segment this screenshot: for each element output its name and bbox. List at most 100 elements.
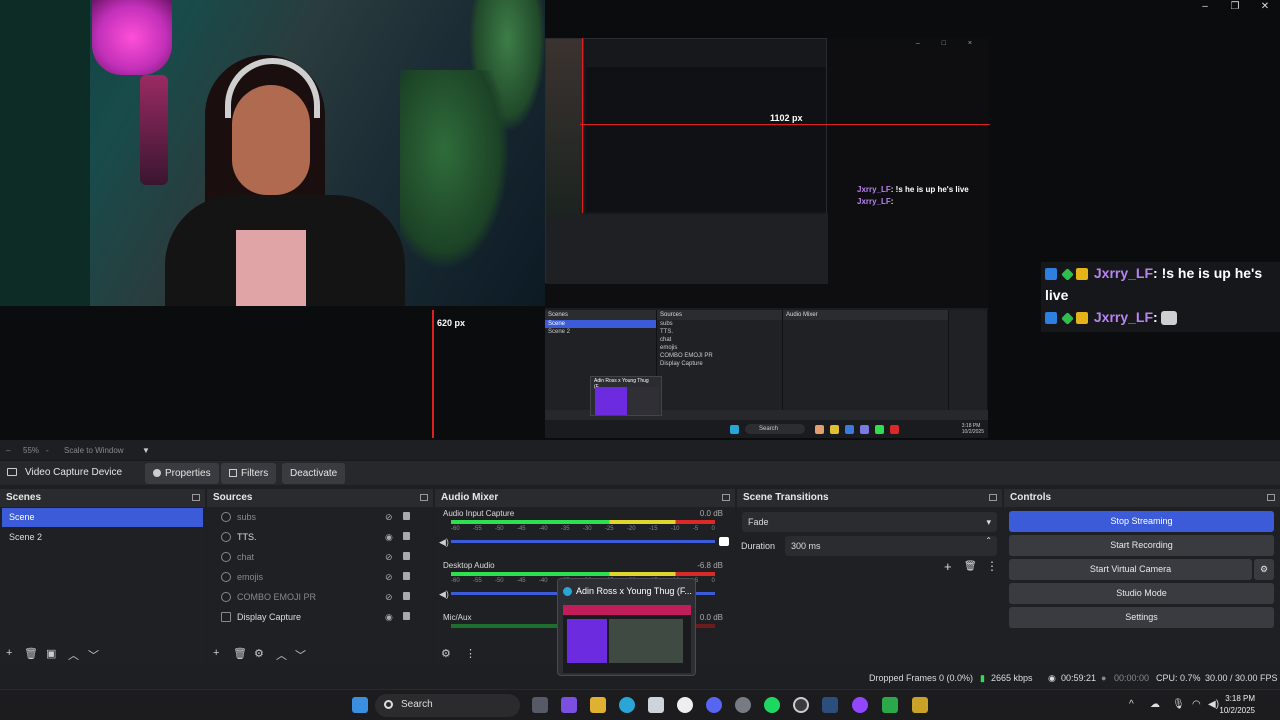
lock-icon — [403, 552, 410, 560]
popout-icon[interactable] — [420, 494, 428, 501]
gem-badge-icon — [1061, 311, 1074, 325]
store-icon[interactable] — [648, 697, 664, 713]
source-item[interactable]: emojis ⊘ — [207, 567, 433, 587]
popout-icon[interactable] — [989, 494, 997, 501]
popout-icon[interactable] — [1267, 494, 1275, 501]
obs-preview[interactable]: – □ × 1102 px Jxrry_LF: !s he is up he's… — [0, 0, 1280, 440]
twitch-icon[interactable] — [852, 697, 868, 713]
scenes-dock: Scenes Scene Scene 2 + 🗑 ▣ ︿ ﹀ — [0, 489, 205, 665]
speaker-icon[interactable]: ◀) — [439, 537, 449, 548]
eye-hidden-icon: ⊘ — [385, 512, 393, 522]
signal-icon: ▮ — [980, 673, 985, 683]
source-toolbar: Video Capture Device Properties Filters … — [0, 460, 1280, 485]
record-icon: ● — [1101, 673, 1107, 683]
steam-icon[interactable] — [822, 697, 838, 713]
trash-icon[interactable]: 🗑 — [24, 647, 38, 660]
volume-slider[interactable] — [451, 540, 715, 543]
settings-icon[interactable] — [735, 697, 751, 713]
nested-display-capture: – □ × 1102 px Jxrry_LF: !s he is up he's… — [545, 38, 990, 438]
source-item[interactable]: subs ⊘ — [207, 507, 433, 527]
scene-item[interactable]: Scene 2 — [2, 528, 203, 547]
trash-icon[interactable]: 🗑 — [233, 647, 247, 660]
controls-dock: Controls Stop Streaming Start Recording … — [1004, 489, 1280, 665]
filters-button[interactable]: Filters — [221, 463, 277, 484]
filter-icon — [229, 469, 237, 477]
properties-button[interactable]: Properties — [145, 463, 219, 484]
windows-start-icon[interactable] — [352, 697, 368, 713]
gear-icon[interactable]: ⚙ — [1254, 559, 1274, 580]
wifi-icon[interactable]: ◠ — [1192, 699, 1201, 710]
source-item[interactable]: chat ⊘ — [207, 547, 433, 567]
minimize-icon[interactable]: – — [1190, 0, 1220, 14]
edge-icon[interactable] — [619, 697, 635, 713]
width-measurement-label: 1102 px — [770, 113, 803, 123]
studio-mode-button[interactable]: Studio Mode — [1009, 583, 1274, 604]
chevron-up-icon[interactable]: ︿ — [276, 647, 287, 663]
stop-streaming-button[interactable]: Stop Streaming — [1009, 511, 1274, 532]
start-virtual-camera-button[interactable]: Start Virtual Camera — [1009, 559, 1252, 580]
add-icon[interactable]: + — [944, 559, 952, 574]
add-icon[interactable]: + — [213, 647, 219, 659]
gear-icon[interactable]: ⚙ — [254, 647, 264, 660]
task-view-icon[interactable] — [532, 697, 548, 713]
popout-icon[interactable] — [192, 494, 200, 501]
volume-meter — [451, 520, 715, 524]
lock-icon — [403, 512, 410, 520]
more-icon[interactable]: ⋮ — [986, 559, 998, 573]
spotify-icon[interactable] — [764, 697, 780, 713]
obs-icon[interactable] — [793, 697, 809, 713]
sources-dock: Sources subs ⊘ TTS. ◉ chat ⊘ emojis ⊘ COMBO … — [207, 489, 433, 665]
app-icon[interactable] — [677, 697, 693, 713]
source-item[interactable]: Display Capture ◉ — [207, 607, 433, 627]
browser-icon — [221, 552, 231, 562]
filter-icon[interactable]: ▣ — [46, 647, 56, 660]
height-measurement-label: 620 px — [437, 318, 466, 328]
transition-select[interactable]: Fade ▾ — [742, 512, 997, 532]
taskbar-search[interactable]: Search — [375, 694, 520, 717]
chevron-down-icon: ▾ — [986, 517, 991, 527]
scale-label[interactable]: Scale to Window — [64, 446, 124, 455]
scene-item[interactable]: Scene — [2, 508, 203, 527]
chevron-down-icon[interactable]: ﹀ — [88, 647, 99, 663]
chevron-down-icon[interactable]: ﹀ — [295, 647, 306, 663]
duration-input[interactable]: 300 ms ⌃ — [785, 536, 997, 556]
zoom-value: 55% — [23, 446, 40, 455]
file-explorer-icon[interactable] — [590, 697, 606, 713]
browser-icon — [221, 592, 231, 602]
copilot-icon[interactable] — [561, 697, 577, 713]
search-icon — [384, 700, 393, 709]
speaker-icon[interactable]: ◀) — [439, 589, 449, 600]
chevron-up-icon[interactable]: ^ — [1129, 699, 1134, 710]
mic-icon[interactable]: 🎙 — [1172, 699, 1185, 710]
xbox-icon[interactable] — [882, 697, 898, 713]
cloud-icon[interactable]: ☁ — [1150, 699, 1160, 710]
chevron-up-icon[interactable]: ︿ — [68, 647, 79, 663]
windows-taskbar: Search ^ ☁ 🎙 ◠ ◀) 3:18 PM 10/2/2025 — [0, 689, 1280, 720]
trash-icon[interactable]: 🗑 — [964, 561, 977, 572]
gem-badge-icon — [1061, 267, 1074, 281]
verified-badge-icon — [1045, 268, 1057, 281]
volume-icon[interactable]: ◀) — [1208, 699, 1219, 710]
taskbar-thumbnail-popup[interactable]: Adin Ross x Young Thug (F... — [557, 578, 696, 676]
chevron-down-icon[interactable]: ▼ — [142, 446, 150, 455]
gear-icon[interactable]: ⚙ — [441, 647, 451, 660]
monitor-icon — [221, 612, 231, 622]
start-recording-button[interactable]: Start Recording — [1009, 535, 1274, 556]
discord-icon[interactable] — [706, 697, 722, 713]
maximize-icon[interactable]: ❐ — [1220, 0, 1250, 14]
crown-badge-icon — [1076, 312, 1088, 325]
source-item[interactable]: COMBO EMOJI PR ⊘ — [207, 587, 433, 607]
settings-button[interactable]: Settings — [1009, 607, 1274, 628]
volume-slider-handle[interactable] — [719, 537, 729, 546]
deactivate-button[interactable]: Deactivate — [282, 463, 346, 484]
add-icon[interactable]: + — [6, 647, 12, 659]
gear-icon — [153, 469, 161, 477]
more-icon[interactable]: ⋮ — [465, 647, 476, 660]
verified-badge-icon — [1045, 312, 1057, 325]
app-icon[interactable] — [912, 697, 928, 713]
taskbar-clock[interactable]: 3:18 PM 10/2/2025 — [1219, 693, 1255, 717]
popout-icon[interactable] — [722, 494, 730, 501]
eye-icon: ◉ — [385, 612, 393, 622]
source-item[interactable]: TTS. ◉ — [207, 527, 433, 547]
close-icon[interactable]: ✕ — [1250, 0, 1280, 14]
